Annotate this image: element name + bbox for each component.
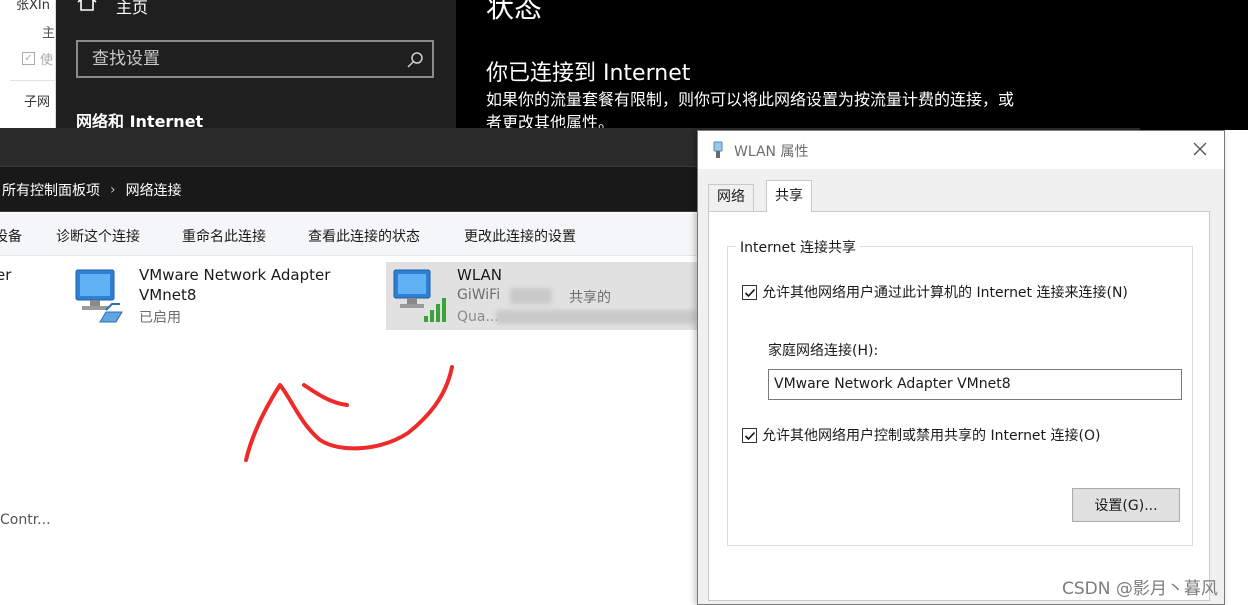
toolbar-rename-button[interactable]: 重命名此连接 (182, 226, 266, 246)
adapter-name: VMware Network Adapter (139, 266, 331, 284)
breadcrumb-separator-icon: › (110, 182, 116, 198)
adapter-item[interactable]: er (0, 264, 20, 334)
sliver-text: 张XIn (16, 0, 50, 13)
home-connection-label: 家庭网络连接(H): (768, 343, 879, 359)
home-connection-select[interactable]: VMware Network Adapter VMnet8 (768, 369, 1182, 400)
adapter-network-name: GiWiFi (457, 287, 501, 303)
adapter-name: WLAN (457, 266, 503, 284)
partial-item-label: Contr... (0, 512, 51, 528)
toolbar-diagnose-button[interactable]: 诊断这个连接 (56, 226, 140, 246)
wifi-adapter-icon (393, 269, 446, 322)
allow-control-checkbox[interactable] (742, 427, 757, 443)
sliver-text: 子网 (24, 95, 51, 110)
allow-connect-checkbox[interactable] (742, 284, 757, 300)
search-input[interactable] (78, 42, 398, 76)
sliver-text: 主 (42, 26, 56, 41)
breadcrumb: 所有控制面板项 › 网络连接 (2, 180, 182, 200)
adapter-name: er (0, 266, 12, 284)
toolbar-view-status-button[interactable]: 查看此连接的状态 (308, 226, 420, 246)
redacted-block (510, 288, 552, 304)
tab-network[interactable]: 网络 (708, 184, 754, 211)
search-icon[interactable] (406, 51, 424, 69)
network-adapter-icon (75, 269, 123, 323)
wlan-properties-dialog: WLAN 属性 网络 共享 Internet 连接共享 允许其他网络用户通过此计… (697, 130, 1225, 605)
tab-sharing[interactable]: 共享 (766, 180, 812, 212)
ics-settings-button[interactable]: 设置(G)... (1072, 488, 1180, 522)
sliver-checkbox[interactable]: ✓ (22, 52, 35, 65)
settings-search-box[interactable] (76, 40, 434, 78)
network-adapter-icon (713, 141, 723, 158)
allow-control-option[interactable]: 允许其他网络用户控制或禁用共享的 Internet 连接(O) (742, 425, 1100, 445)
redacted-block (496, 310, 696, 324)
breadcrumb-item-control-panel[interactable]: 所有控制面板项 (2, 180, 100, 200)
toolbar-device-button[interactable]: 设备 (0, 226, 22, 246)
groupbox-title: Internet 连接共享 (736, 237, 861, 257)
dialog-title: WLAN 属性 (734, 144, 809, 160)
allow-connect-option[interactable]: 允许其他网络用户通过此计算机的 Internet 连接来连接(N) (742, 282, 1128, 302)
background-dialog-sliver: 张XIn 主 ✓ 使 子网 (0, 0, 56, 130)
sliver-checkbox-label: 使 (40, 53, 54, 68)
allow-control-label: 允许其他网络用户控制或禁用共享的 Internet 连接(O) (762, 428, 1101, 444)
sharing-tab-panel: Internet 连接共享 允许其他网络用户通过此计算机的 Internet 连… (708, 211, 1210, 601)
home-icon[interactable] (76, 0, 98, 12)
toolbar-change-settings-button[interactable]: 更改此连接的设置 (464, 226, 576, 246)
adapter-item-vmnet8[interactable]: VMware Network Adapter VMnet8 已启用 (70, 262, 370, 332)
divider (10, 80, 56, 81)
dialog-titlebar[interactable]: WLAN 属性 (698, 131, 1224, 169)
connection-status-text: 你已连接到 Internet (486, 61, 691, 86)
ics-groupbox: Internet 连接共享 允许其他网络用户通过此计算机的 Internet 连… (727, 237, 1193, 546)
adapter-device-name: Qua... (457, 309, 499, 325)
home-link[interactable]: 主页 (116, 0, 148, 18)
annotation-scribble (244, 365, 454, 462)
adapter-status: 共享的 (569, 290, 611, 306)
watermark: CSDN @影月丶暮风 (1062, 579, 1218, 599)
breadcrumb-item-network-connections[interactable]: 网络连接 (126, 180, 182, 200)
settings-nav-pane: 主页 网络和 Internet (56, 0, 456, 131)
settings-window: 主页 网络和 Internet 状态 你已连接到 Internet 如果你的流量… (56, 0, 1248, 132)
allow-connect-label: 允许其他网络用户通过此计算机的 Internet 连接来连接(N) (762, 285, 1128, 301)
adapter-status: 已启用 (139, 310, 181, 326)
page-title: 状态 (486, 0, 543, 24)
adapter-item-wlan[interactable]: WLAN GiWiFi 共享的 Qua... (386, 262, 706, 330)
adapter-name-line2: VMnet8 (139, 286, 197, 304)
close-icon[interactable] (1190, 139, 1210, 159)
